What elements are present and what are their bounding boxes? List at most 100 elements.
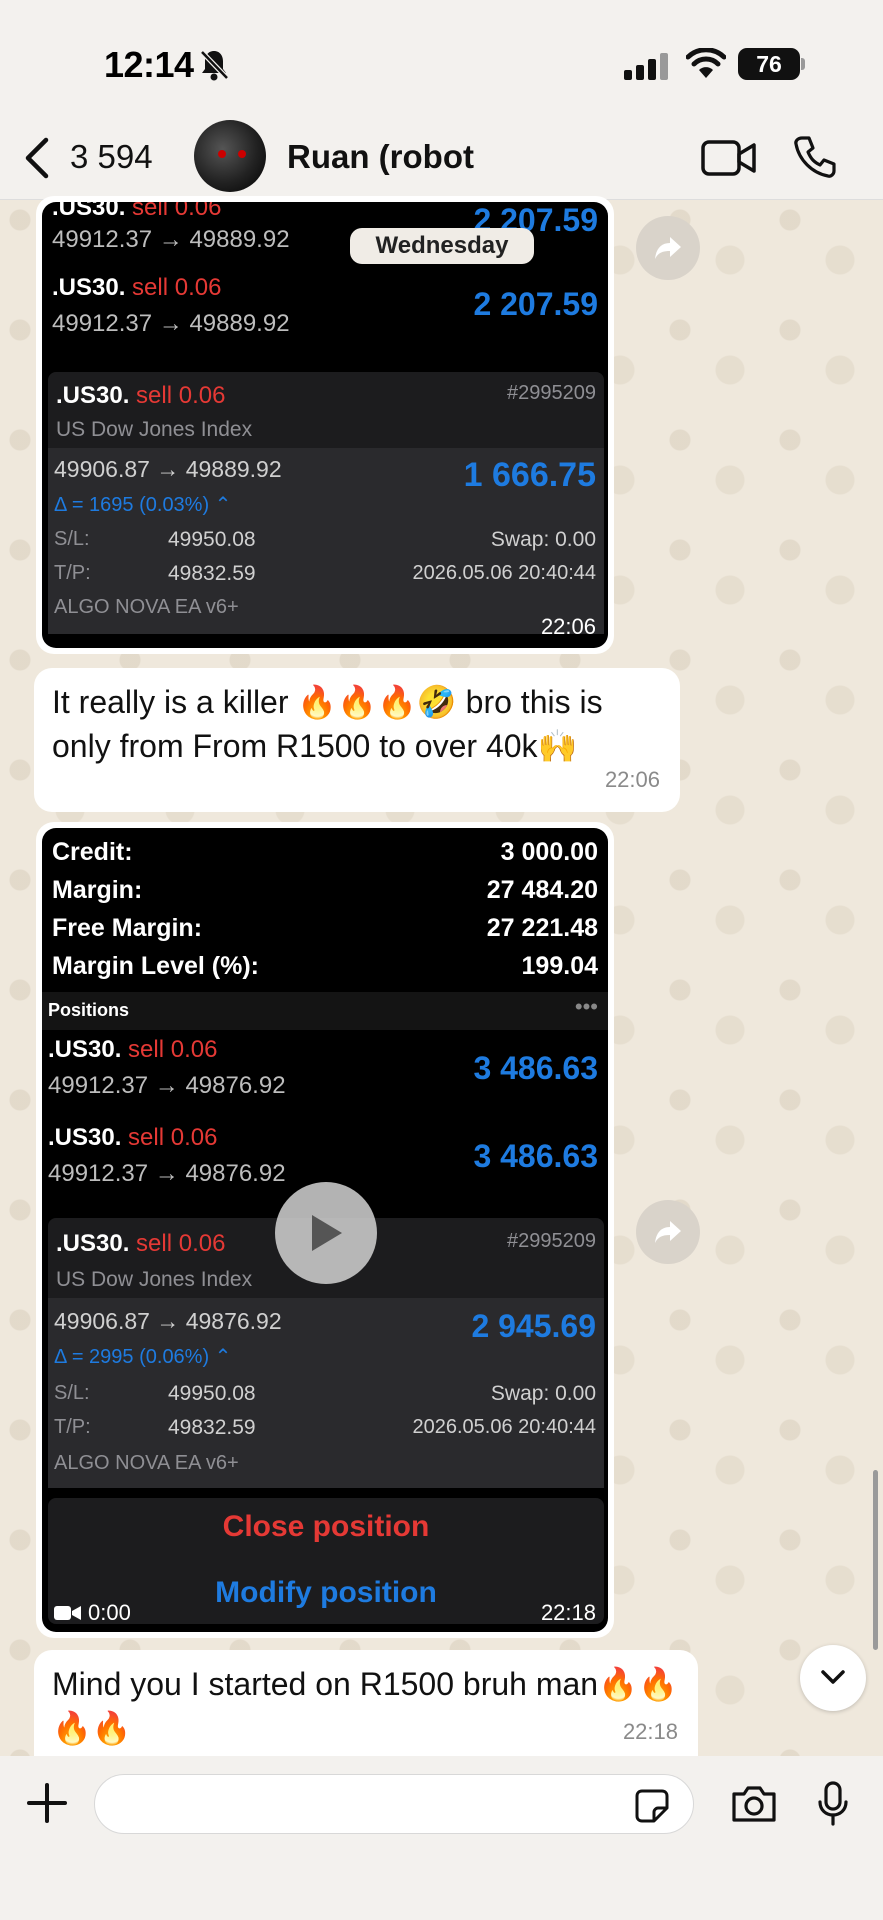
message-time: 22:06 [540,614,596,639]
avatar-eye [238,150,246,158]
account-row: Free Margin: 27 221.48 [52,914,598,952]
forward-icon [655,1221,681,1243]
card-details: 49906.87 → 49876.92 2 945.69 Δ = 2995 (0… [48,1298,604,1488]
account-row: Credit: 3 000.00 [52,838,598,876]
message-time: 22:18 [540,1600,596,1625]
instrument-name: US Dow Jones Index [56,418,253,441]
screenshot-image: .US30. sell 0.06 49912.37 → 49889.92 2 2… [42,202,608,648]
position-row: .US30. sell 0.06 [48,1124,217,1152]
chevron-down-icon [821,1670,845,1684]
position-prices: 49912.37 → 49876.92 [48,1160,286,1187]
sl-value: 49950.08 [168,1382,256,1405]
battery-tip [801,58,805,70]
position-symbol: .US30. [48,1124,122,1151]
chat-header: 3 594 Ruan (robot [0,120,883,200]
message-time: 22:06 [604,767,660,792]
phone-icon[interactable] [792,134,838,180]
tp-label: T/P: [54,1416,91,1438]
account-row: Margin: 27 484.20 [52,876,598,914]
card-delta: Δ = 2995 (0.06%) ⌃ [54,1346,232,1368]
sticker-icon[interactable] [634,1788,670,1824]
contact-name[interactable]: Ruan (robot [287,138,474,176]
positions-label: Positions [48,1000,130,1020]
position-symbol: .US30. [52,202,126,221]
scroll-to-bottom-button[interactable] [800,1645,866,1711]
message-input[interactable] [94,1774,694,1834]
position-action: sell 0.06 [132,202,222,221]
forward-button[interactable] [636,1200,700,1264]
status-bar: 12:14 76 [0,0,883,120]
ticket-number: #2995209 [507,1230,596,1252]
sl-label: S/L: [54,1382,90,1404]
card-symbol: .US30. [56,1230,130,1257]
card-details: 49906.87 → 49889.92 1 666.75 Δ = 1695 (0… [48,448,604,634]
ea-comment: ALGO NOVA EA v6+ [54,596,239,618]
sl-value: 49950.08 [168,528,256,551]
position-prices: 49912.37 → 49889.92 [52,226,290,253]
camera-icon[interactable] [730,1784,778,1824]
close-position-button: Close position [222,1510,430,1543]
position-action: sell 0.06 [128,1036,218,1063]
account-summary: Credit: 3 000.00 Margin: 27 484.20 Free … [52,838,598,990]
tp-label: T/P: [54,562,91,584]
position-prices: 49912.37 → 49876.92 [48,1072,286,1099]
account-value: 199.04 [521,952,598,980]
back-chevron-icon[interactable] [22,136,52,180]
open-date: 2026.05.06 20:40:44 [412,562,596,584]
ea-comment: ALGO NOVA EA v6+ [54,1452,239,1474]
position-symbol: .US30. [48,1036,122,1063]
tp-value: 49832.59 [168,562,256,585]
action-sheet: Close position Modify position [48,1498,604,1624]
open-date: 2026.05.06 20:40:44 [412,1416,596,1438]
card-action: sell 0.06 [136,1230,226,1257]
position-row: .US30. sell 0.06 [48,1036,217,1064]
plus-icon[interactable] [26,1782,68,1824]
cellular-signal-icon [624,53,668,80]
wifi-icon [686,48,726,78]
ticket-number: #2995209 [507,382,596,404]
swap-value: Swap: 0.00 [490,528,596,551]
unread-count[interactable]: 3 594 [70,138,153,176]
play-icon [312,1215,342,1251]
video-call-icon[interactable] [700,136,758,180]
bell-muted-icon [200,50,229,81]
text-message[interactable]: Mind you I started on R1500 bruh man🔥🔥🔥🔥… [34,1650,698,1756]
account-value: 27 484.20 [486,876,598,904]
account-label: Free Margin: [52,914,203,942]
video-duration: 0:00 [88,1600,131,1625]
card-symbol: .US30. [56,382,130,409]
sl-label: S/L: [54,528,90,550]
forward-button[interactable] [636,216,700,280]
avatar[interactable] [194,120,266,192]
position-profit: 3 486.63 [473,1050,598,1086]
account-label: Margin Level (%): [52,952,259,980]
card-prices: 49906.87 → 49889.92 [54,456,282,482]
status-time: 12:14 [104,44,194,85]
card-profit: 1 666.75 [463,456,596,494]
video-camera-icon [54,1606,81,1620]
message-text: Mind you I started on R1500 bruh man🔥🔥🔥🔥 [52,1666,678,1746]
play-button[interactable] [275,1182,377,1284]
scrollbar[interactable] [873,1470,878,1650]
media-message[interactable]: .US30. sell 0.06 49912.37 → 49889.92 2 2… [36,196,614,654]
date-separator: Wednesday [350,228,534,264]
microphone-icon[interactable] [816,1780,850,1828]
account-row: Margin Level (%): 199.04 [52,952,598,990]
modify-position-button: Modify position [215,1576,437,1609]
forward-icon [655,237,681,259]
swap-value: Swap: 0.00 [490,1382,596,1405]
account-label: Credit: [52,838,133,866]
card-profit: 2 945.69 [471,1308,596,1344]
message-text: It really is a killer 🔥🔥🔥🤣 bro this is o… [52,684,603,764]
card-action: sell 0.06 [136,382,226,409]
position-profit: 2 207.59 [473,286,598,322]
position-action: sell 0.06 [128,1124,218,1151]
position-row: .US30. sell 0.06 [52,274,221,302]
position-symbol: .US30. [52,274,126,301]
position-detail-card: .US30. sell 0.06 #2995209 US Dow Jones I… [48,372,604,634]
text-message[interactable]: It really is a killer 🔥🔥🔥🤣 bro this is o… [34,668,680,812]
more-icon: ••• [574,994,598,1019]
account-label: Margin: [52,876,143,904]
position-profit: 3 486.63 [473,1138,598,1174]
position-prices: 49912.37 → 49889.92 [52,310,290,337]
